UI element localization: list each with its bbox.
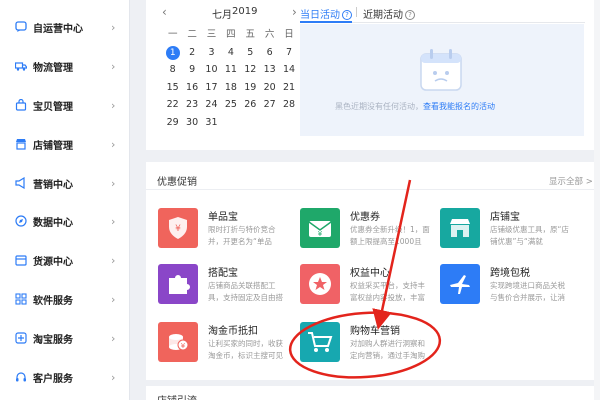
red-annotation-overlay (288, 179, 442, 379)
red-arrow (372, 179, 412, 330)
page-root: 自运营中心 › 物流管理 › 宝贝管理 › 店铺管理 › 营销中心 › 数据中心 › 货源中心 › 软件服务… (0, 0, 600, 400)
red-circle-highlight (288, 311, 442, 379)
